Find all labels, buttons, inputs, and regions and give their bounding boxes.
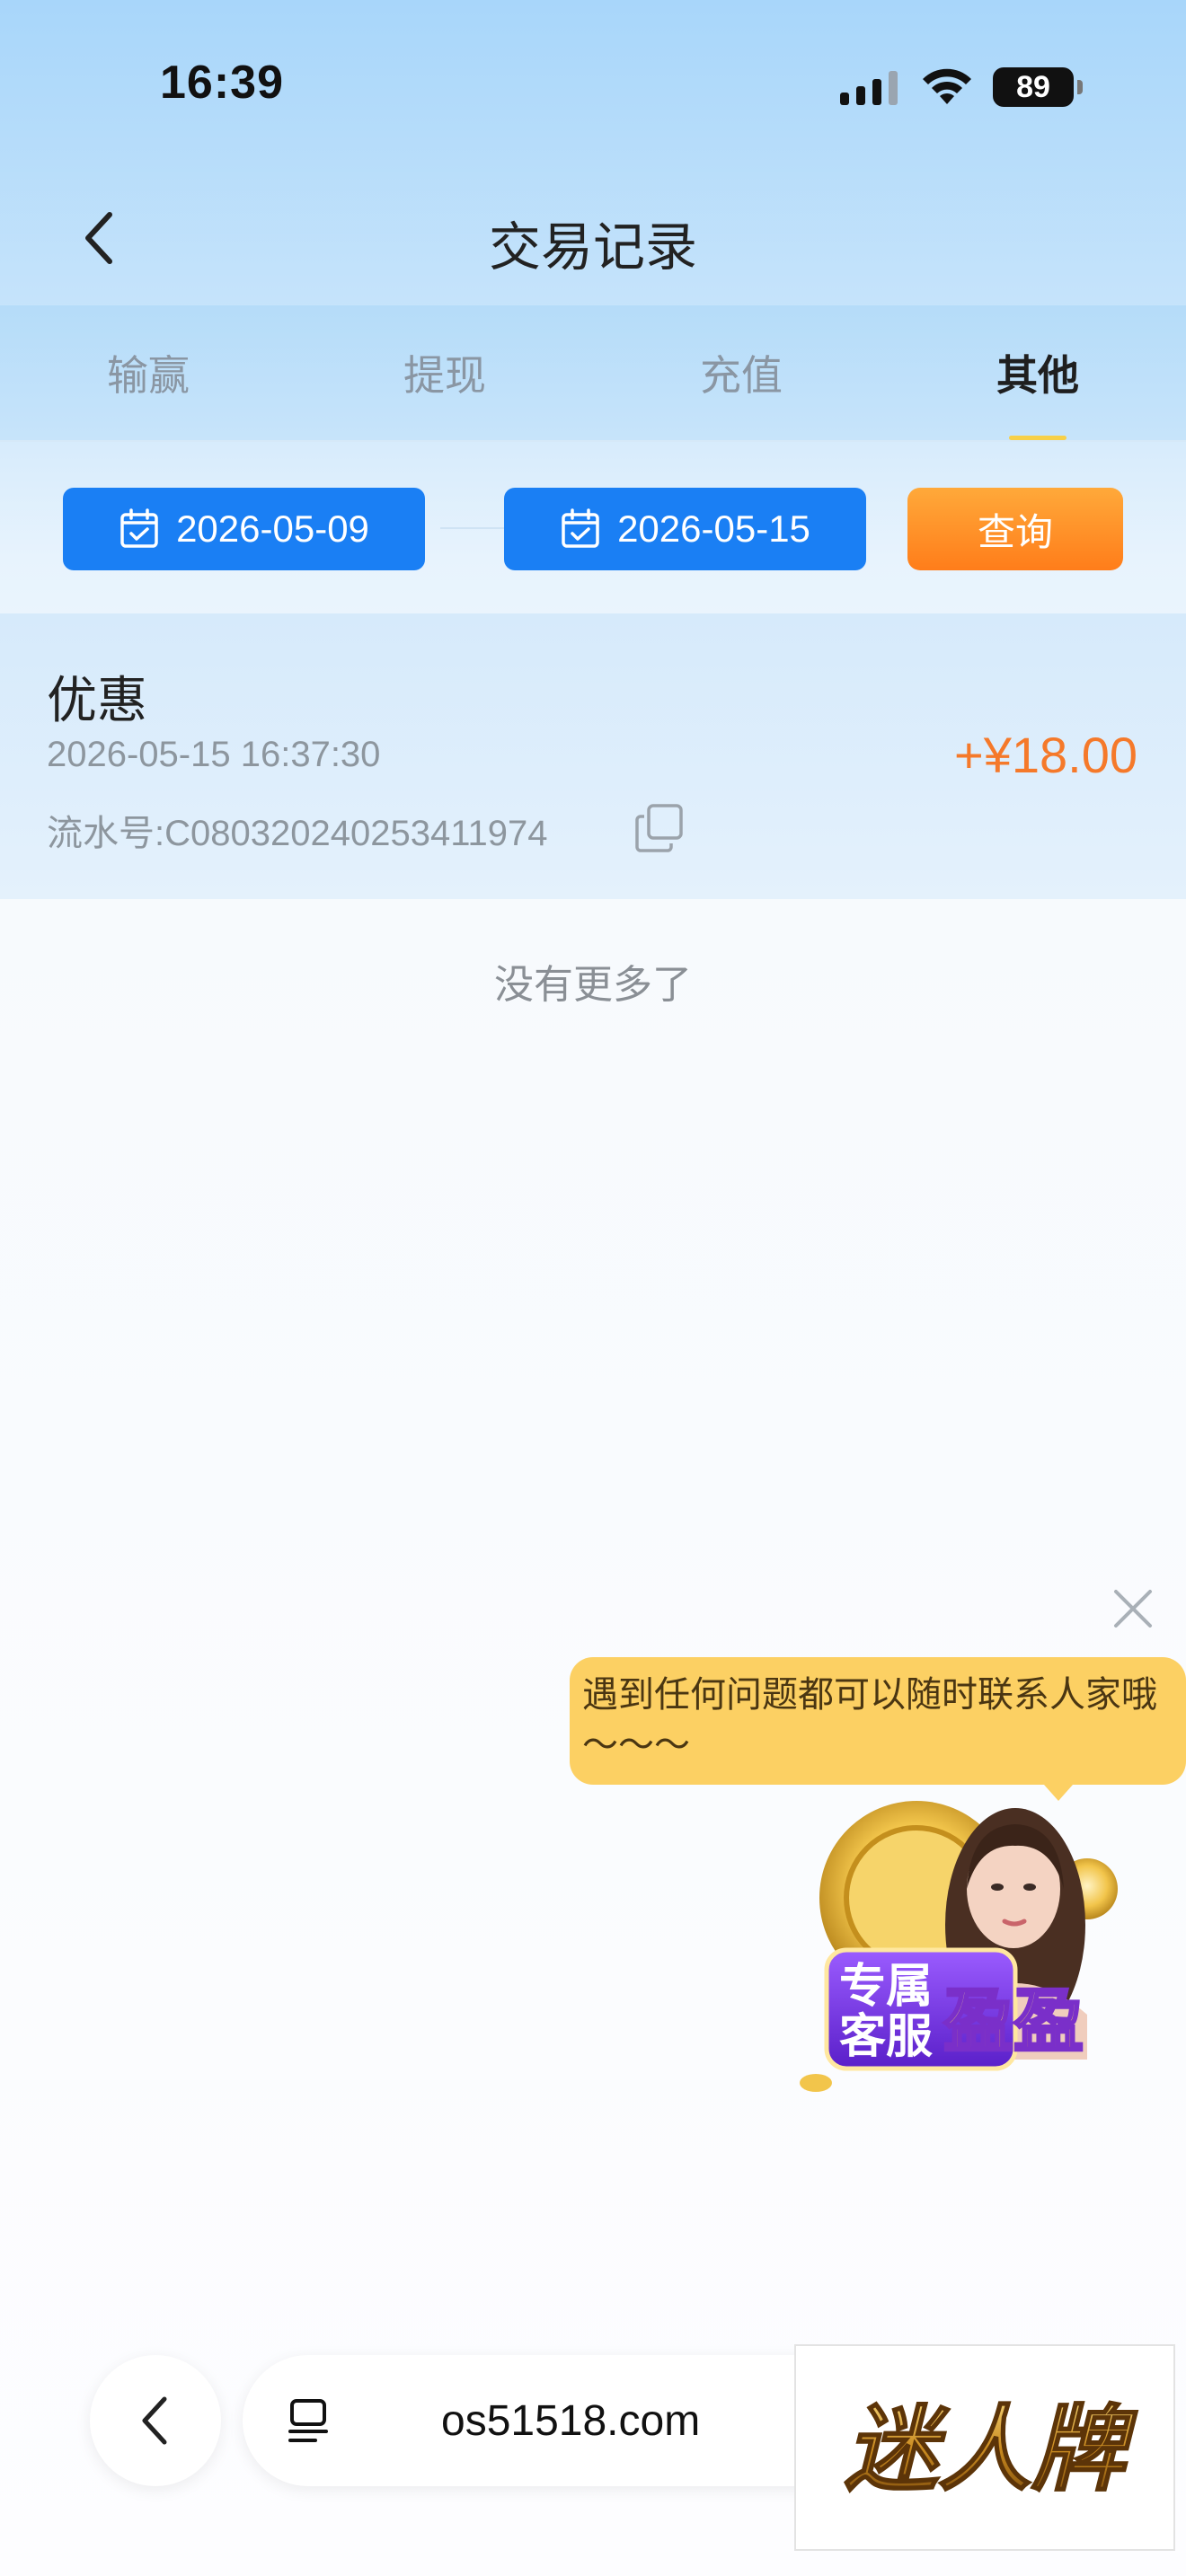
- tab-label: 输赢: [107, 352, 190, 399]
- page-tabs-icon[interactable]: [283, 2395, 333, 2446]
- calendar-check-icon: [562, 508, 599, 548]
- calendar-check-icon: [120, 508, 158, 548]
- end-date-value: 2026-05-15: [617, 507, 810, 550]
- battery-icon: 89: [993, 67, 1083, 107]
- tab-label: 充值: [700, 352, 783, 399]
- tab-withdraw[interactable]: 提现: [296, 305, 593, 440]
- chevron-left-icon: [142, 2396, 167, 2445]
- badge-name: 盈盈: [943, 1981, 1084, 2062]
- page-title: 交易记录: [488, 218, 697, 277]
- close-icon[interactable]: [1107, 1583, 1159, 1635]
- tab-label: 其他: [996, 352, 1079, 399]
- status-icons: 89: [840, 65, 1083, 110]
- badge-line-2: 客服: [839, 2010, 933, 2064]
- date-separator: [440, 527, 505, 529]
- copy-icon[interactable]: [633, 802, 686, 854]
- address-bar[interactable]: os51518.com: [243, 2355, 827, 2486]
- wifi-icon: [923, 68, 971, 104]
- brand-logo-graphic: 迷人牌: [844, 2393, 1139, 2505]
- list-end-text: 没有更多了: [494, 963, 692, 1007]
- tab-other[interactable]: 其他: [890, 305, 1186, 440]
- start-date-picker[interactable]: 2026-05-09: [63, 488, 425, 570]
- tab-label: 提现: [403, 352, 486, 399]
- record-serial-number: 流水号:C080320240253411974: [47, 814, 548, 853]
- active-tab-indicator: [1009, 436, 1067, 440]
- query-button[interactable]: 查询: [907, 488, 1123, 570]
- end-date-picker[interactable]: 2026-05-15: [504, 488, 866, 570]
- customer-service-avatar[interactable]: 专属 客服 盈盈: [791, 1790, 1139, 2106]
- browser-back-button[interactable]: [90, 2355, 221, 2486]
- brand-logo-text: 迷人牌: [845, 2394, 1138, 2504]
- signal-icon: [840, 71, 898, 105]
- brand-logo: 迷人牌: [794, 2344, 1175, 2551]
- status-time: 16:39: [160, 57, 284, 109]
- tab-win-lose[interactable]: 输赢: [0, 305, 296, 440]
- badge-line-1: 专属: [839, 1960, 933, 2014]
- tab-bar: 输赢 提现 充值 其他: [0, 305, 1186, 442]
- record-amount: +¥18.00: [954, 727, 1137, 783]
- record-title: 优惠: [47, 672, 147, 728]
- support-message-bubble[interactable]: 遇到任何问题都可以随时联系人家哦～～～: [570, 1657, 1186, 1801]
- url-text: os51518.com: [441, 2396, 701, 2445]
- start-date-value: 2026-05-09: [176, 507, 369, 550]
- record-time: 2026-05-15 16:37:30: [47, 735, 381, 774]
- tab-recharge[interactable]: 充值: [593, 305, 890, 440]
